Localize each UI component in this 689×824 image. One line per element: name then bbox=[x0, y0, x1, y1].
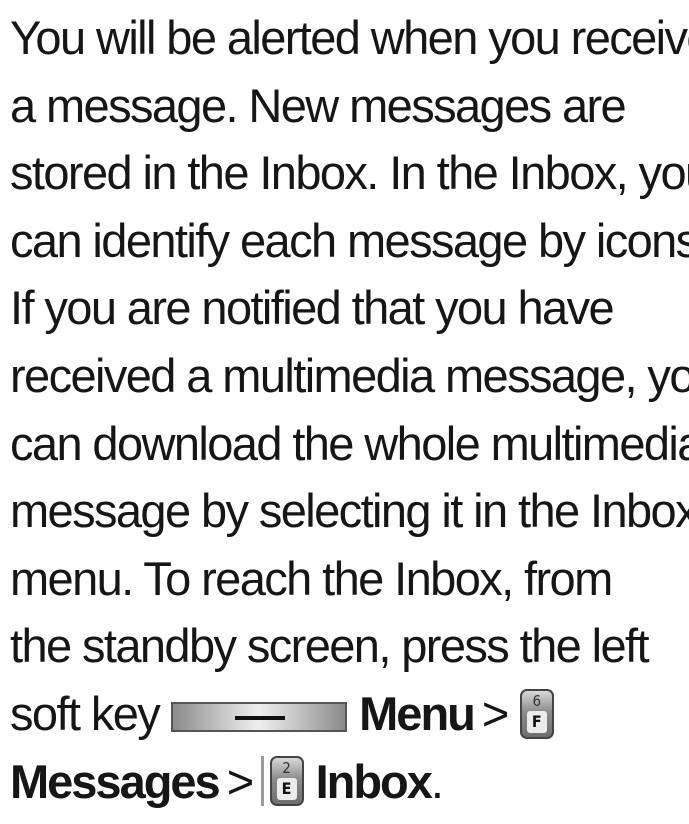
menu-label: Menu bbox=[359, 686, 476, 740]
separator: > bbox=[481, 686, 509, 740]
text-line-1: You will be alerted when you receive bbox=[10, 11, 689, 64]
instruction-paragraph: You will be alerted when you receive a m… bbox=[10, 4, 689, 816]
text-line-8: message by selecting it in the Inbox bbox=[10, 484, 689, 538]
text-line-4: can identify each message by icons. bbox=[10, 213, 689, 267]
inbox-label: Inbox bbox=[315, 754, 433, 808]
separator: > bbox=[226, 754, 254, 808]
text-line-10: the standby screen, press the left bbox=[10, 619, 650, 673]
soft-key-button-icon bbox=[171, 701, 348, 732]
text-line-9: menu. To reach the Inbox, from bbox=[10, 551, 613, 605]
divider bbox=[260, 756, 264, 807]
messages-label: Messages bbox=[10, 754, 221, 808]
text-line-6: received a multimedia message, you bbox=[10, 348, 689, 402]
keypad-6-key-icon: 6 F bbox=[519, 688, 554, 739]
keypad-2-key-icon: 2 E bbox=[269, 756, 304, 807]
text-line-3: stored in the Inbox. In the Inbox, you bbox=[10, 146, 689, 200]
text-line-7: can download the whole multimedia bbox=[10, 416, 689, 470]
text-line-11: soft key Menu > 6 F bbox=[10, 680, 685, 748]
text-line-2: a message. New messages are bbox=[10, 78, 627, 132]
text-line-12: Messages > 2 E Inbox. bbox=[10, 748, 685, 816]
text-line-5: If you are notified that you have bbox=[10, 281, 615, 335]
